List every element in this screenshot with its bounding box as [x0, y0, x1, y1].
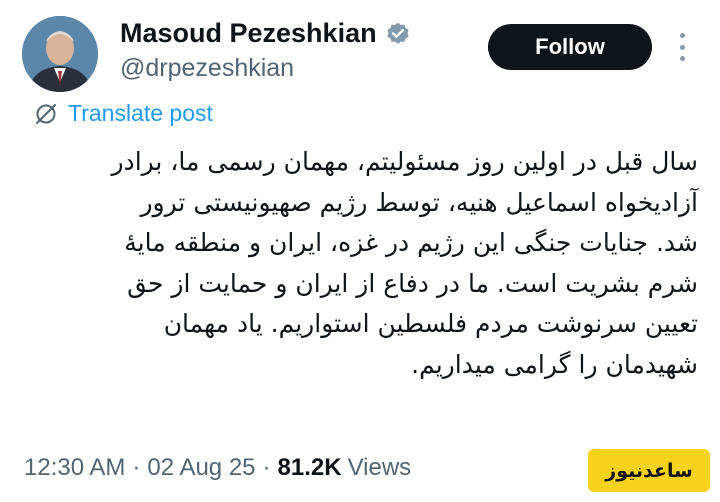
author-name-row: Masoud Pezeshkian [120, 18, 411, 49]
tweet-meta: 12:30 AM · 02 Aug 25 · 81.2K Views [24, 454, 411, 482]
more-dot [679, 44, 685, 50]
tweet-text-line: سال قبل در اولین روز مسئولیتم، مهمان رسم… [111, 147, 698, 176]
site-watermark-logo: ساعدنیوز [588, 449, 710, 492]
meta-separator: · [132, 454, 141, 481]
meta-separator: · [262, 454, 271, 481]
verified-badge-icon[interactable] [385, 21, 411, 47]
author-avatar[interactable] [22, 16, 98, 92]
translate-globe-icon [36, 103, 56, 124]
more-dot [679, 56, 685, 61]
tweet-text-line: شد. جنایات جنگی این رژیم در غزه، ایران و… [124, 228, 698, 257]
views-label: Views [347, 454, 412, 481]
tweet-text: سال قبل در اولین روز مسئولیتم، مهمان رسم… [28, 142, 698, 385]
tweet-date[interactable]: 02 Aug 25 [147, 454, 255, 482]
tweet-text-line: تعیین سرنوشت مردم فلسطین استواریم. یاد م… [163, 309, 698, 338]
author-name[interactable]: Masoud Pezeshkian [120, 18, 377, 49]
translate-post-link[interactable]: Translate post [68, 100, 213, 127]
tweet-text-line: شهیدمان را گرامی میداریم. [411, 349, 698, 379]
tweet-text-line: آزادیخواه اسماعیل هنیه، توسط رژیم صهیونی… [140, 187, 698, 217]
more-vertical-icon[interactable] [672, 30, 692, 64]
avatar-photo [22, 16, 98, 92]
tweet-header: Masoud Pezeshkian @drpezeshkian Follow [0, 0, 720, 100]
watermark-text: ساعدنیوز [605, 459, 693, 482]
views-count: 81.2K [277, 454, 342, 481]
author-handle[interactable]: @drpezeshkian [120, 54, 294, 83]
more-dot [679, 33, 685, 38]
follow-button[interactable]: Follow [488, 24, 652, 70]
tweet-text-line: شرم بشریت است. ما در دفاع از ایران و حما… [127, 268, 698, 298]
translate-post-row[interactable]: Translate post [34, 100, 213, 127]
tweet-time[interactable]: 12:30 AM [24, 454, 125, 482]
